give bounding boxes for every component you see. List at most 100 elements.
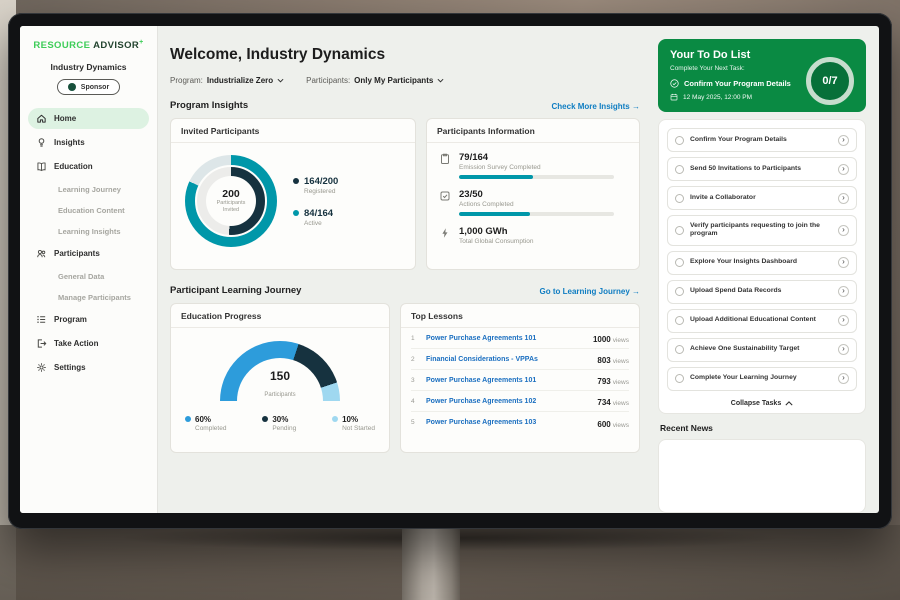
survey-icon [439, 153, 451, 165]
todo-next-task: Confirm Your Program Details [670, 79, 800, 88]
go-to-learning-journey-link[interactable]: Go to Learning Journey → [540, 287, 640, 296]
sidebar-item-take-action[interactable]: Take Action [28, 333, 149, 354]
lesson-row[interactable]: 1 Power Purchase Agreements 101 1000view… [411, 328, 629, 349]
dashboard-screen: RESOURCE ADVISOR+ Industry Dynamics Spon… [20, 26, 879, 513]
participants-icon [36, 248, 47, 259]
sponsor-badge-label: Sponsor [81, 84, 109, 91]
task-checkbox[interactable] [675, 374, 684, 383]
task-row[interactable]: Confirm Your Program Details › [667, 128, 857, 152]
check-more-insights-link[interactable]: Check More Insights → [552, 102, 640, 111]
check-circle-icon [670, 79, 679, 88]
invited-participants-card: Invited Participants 200 Participants In… [170, 118, 416, 270]
actions-progress [459, 212, 614, 216]
chevron-right-icon[interactable]: › [838, 193, 849, 204]
sidebar-item-general-data[interactable]: General Data [28, 267, 149, 285]
participants-filter-dropdown[interactable]: Participants: Only My Participants [306, 76, 444, 85]
arrow-right-icon: → [632, 287, 640, 296]
task-row[interactable]: Verify participants requesting to join t… [667, 215, 857, 246]
sidebar-item-program[interactable]: Program [28, 309, 149, 330]
invited-donut-center: 200 Participants Invited [206, 176, 256, 226]
sponsor-icon [68, 83, 76, 91]
task-row[interactable]: Send 50 Invitations to Participants › [667, 157, 857, 181]
sidebar-item-settings[interactable]: Settings [28, 357, 149, 378]
legend-dot [293, 178, 299, 184]
chevron-down-icon [277, 78, 284, 83]
calendar-icon [670, 93, 678, 101]
sidebar-item-education-content[interactable]: Education Content [28, 201, 149, 219]
program-filter-dropdown[interactable]: Program: Industrialize Zero [170, 76, 284, 85]
task-row[interactable]: Complete Your Learning Journey › [667, 367, 857, 391]
chevron-right-icon[interactable]: › [838, 373, 849, 384]
lesson-row[interactable]: 4 Power Purchase Agreements 102 734views [411, 391, 629, 412]
education-gauge-chart: 150 Participants [220, 341, 340, 401]
task-checkbox[interactable] [675, 226, 684, 235]
chevron-right-icon[interactable]: › [838, 257, 849, 268]
task-checkbox[interactable] [675, 345, 684, 354]
todo-panel: Your To Do List Complete Your Next Task:… [652, 26, 879, 513]
actions-icon [439, 190, 451, 202]
sidebar-nav: Home Insights Education Learning Journey… [20, 108, 157, 378]
todo-summary-card: Your To Do List Complete Your Next Task:… [658, 39, 866, 112]
stat-emission-survey: 79/164 Emission Survey Completed [439, 152, 627, 179]
todo-task-list: Confirm Your Program Details › Send 50 I… [658, 119, 866, 414]
legend-dot [185, 416, 191, 422]
chevron-right-icon[interactable]: › [838, 164, 849, 175]
task-row[interactable]: Explore Your Insights Dashboard › [667, 251, 857, 275]
chevron-right-icon[interactable]: › [838, 315, 849, 326]
lesson-row[interactable]: 5 Power Purchase Agreements 103 600views [411, 412, 629, 433]
learning-journey-heading: Participant Learning Journey [170, 285, 301, 296]
recent-news-heading: Recent News [658, 423, 866, 433]
app-logo: RESOURCE ADVISOR+ [20, 26, 157, 51]
sidebar-item-education[interactable]: Education [28, 156, 149, 177]
sidebar-item-home[interactable]: Home [28, 108, 149, 129]
chevron-down-icon [437, 78, 444, 83]
insights-icon [36, 137, 47, 148]
org-name: Industry Dynamics [20, 62, 157, 72]
stat-consumption: 1,000 GWh Total Global Consumption [439, 226, 627, 245]
education-progress-card: Education Progress 150 Participants 60% [170, 303, 390, 453]
chevron-right-icon[interactable]: › [838, 135, 849, 146]
task-checkbox[interactable] [675, 165, 684, 174]
legend-registered: 164/200 Registered [293, 176, 338, 195]
task-checkbox[interactable] [675, 287, 684, 296]
program-icon [36, 314, 47, 325]
settings-icon [36, 362, 47, 373]
chevron-right-icon[interactable]: › [838, 225, 849, 236]
page-title: Welcome, Industry Dynamics [170, 46, 640, 64]
sidebar-item-learning-journey[interactable]: Learning Journey [28, 180, 149, 198]
legend-completed: 60% Completed [185, 415, 226, 432]
arrow-right-icon: → [632, 102, 640, 111]
sidebar-item-learning-insights[interactable]: Learning Insights [28, 222, 149, 240]
top-lessons-card: Top Lessons 1 Power Purchase Agreements … [400, 303, 640, 453]
sponsor-badge[interactable]: Sponsor [57, 79, 120, 95]
participants-information-title: Participants Information [427, 119, 639, 143]
chevron-right-icon[interactable]: › [838, 286, 849, 297]
task-checkbox[interactable] [675, 316, 684, 325]
task-row[interactable]: Achieve One Sustainability Target › [667, 338, 857, 362]
lesson-row[interactable]: 3 Power Purchase Agreements 101 793views [411, 370, 629, 391]
sidebar-item-insights[interactable]: Insights [28, 132, 149, 153]
emission-survey-progress [459, 175, 614, 179]
home-icon [36, 113, 47, 124]
task-checkbox[interactable] [675, 194, 684, 203]
participants-information-card: Participants Information 79/164 Emission… [426, 118, 640, 270]
invited-legend: 164/200 Registered 84/164 Active [293, 176, 338, 227]
sidebar-item-manage-participants[interactable]: Manage Participants [28, 288, 149, 306]
task-row[interactable]: Invite a Collaborator › [667, 186, 857, 210]
education-icon [36, 161, 47, 172]
task-row[interactable]: Upload Additional Educational Content › [667, 309, 857, 333]
sidebar-item-participants[interactable]: Participants [28, 243, 149, 264]
consumption-icon [439, 227, 451, 239]
collapse-tasks-link[interactable]: Collapse Tasks [667, 400, 857, 407]
task-checkbox[interactable] [675, 258, 684, 267]
task-row[interactable]: Upload Spend Data Records › [667, 280, 857, 304]
stat-actions-completed: 23/50 Actions Completed [439, 189, 627, 216]
task-checkbox[interactable] [675, 136, 684, 145]
legend-pending: 30% Pending [262, 415, 296, 432]
lesson-row[interactable]: 2 Financial Considerations - VPPAs 803vi… [411, 349, 629, 370]
chevron-right-icon[interactable]: › [838, 344, 849, 355]
legend-not-started: 10% Not Started [332, 415, 375, 432]
take-action-icon [36, 338, 47, 349]
education-gauge-center: 150 Participants [220, 369, 340, 401]
education-progress-title: Education Progress [171, 304, 389, 328]
